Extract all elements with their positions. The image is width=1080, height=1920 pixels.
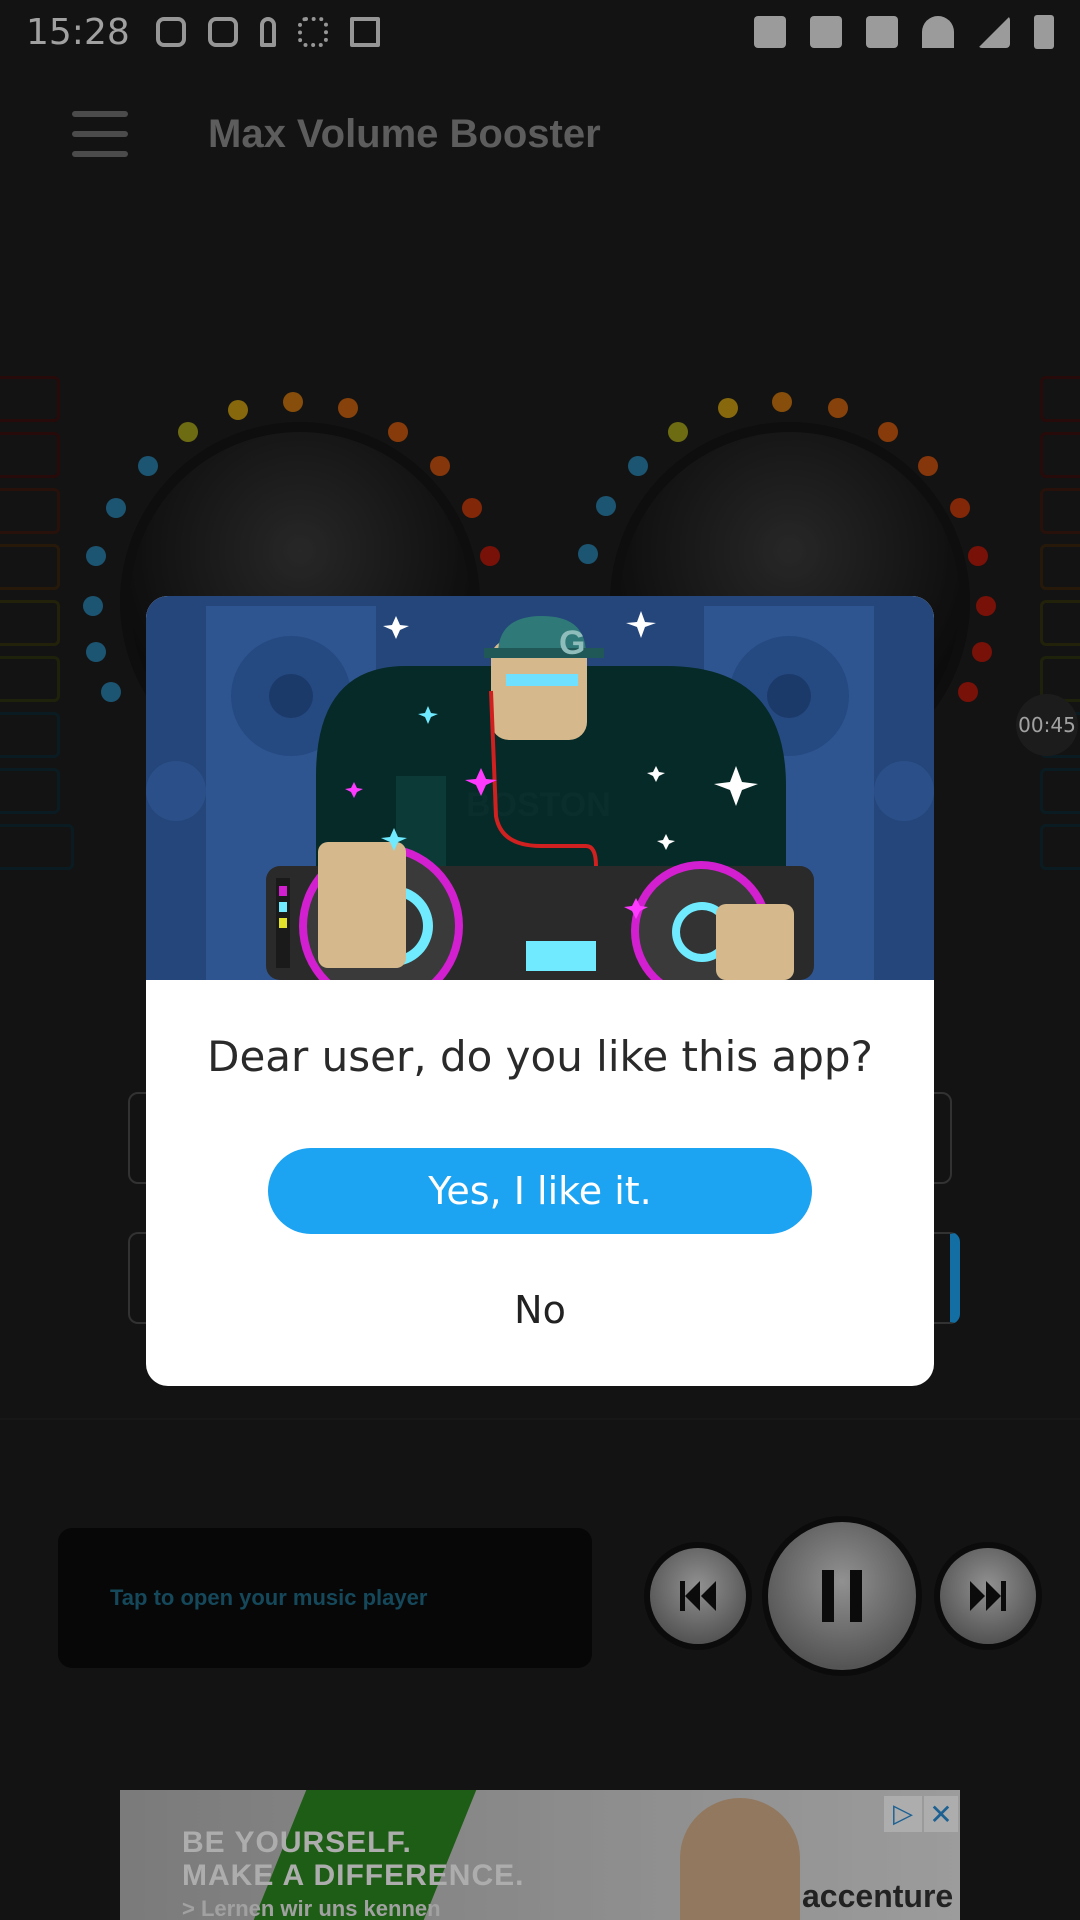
dj-illustration-art: G BOSTON — [146, 606, 934, 980]
rating-dialog: G BOSTON Dear user, do you like this app… — [146, 596, 934, 1386]
yes-like-button[interactable]: Yes, I like it. — [268, 1148, 812, 1234]
dialog-question: Dear user, do you like this app? — [207, 1032, 873, 1081]
no-button[interactable]: No — [390, 1272, 690, 1348]
cap-letter: G — [559, 624, 585, 662]
dj-illustration: G BOSTON — [146, 596, 934, 980]
shirt-text: BOSTON — [466, 786, 611, 824]
